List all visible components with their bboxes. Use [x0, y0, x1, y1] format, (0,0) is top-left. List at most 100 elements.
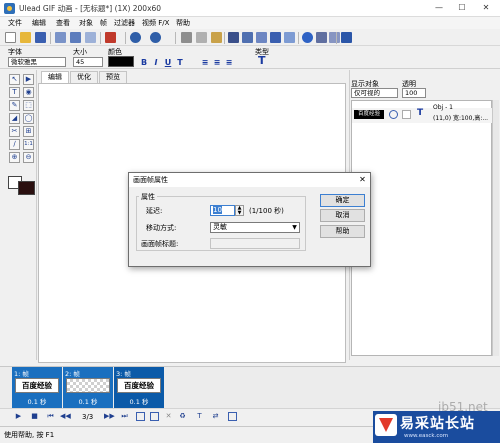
align-left-button[interactable]: ≡ — [200, 58, 210, 68]
previous-frame-icon[interactable]: ◀◀ — [60, 412, 71, 421]
merge-icon[interactable] — [284, 32, 295, 43]
italic-button[interactable]: I — [151, 58, 161, 68]
copy-icon[interactable] — [196, 32, 207, 43]
cancel-button[interactable]: 取消 — [320, 209, 365, 222]
foreground-color-swatch[interactable] — [18, 181, 35, 195]
paint-icon[interactable] — [105, 32, 116, 43]
duplicate-frame-icon[interactable] — [150, 412, 159, 421]
select-tool-icon[interactable]: ▶ — [23, 74, 34, 85]
undo-icon[interactable] — [130, 32, 141, 43]
add-video-icon[interactable] — [70, 32, 81, 43]
tab-edit[interactable]: 编辑 — [41, 71, 69, 83]
lasso-tool-icon[interactable]: ◯ — [23, 113, 34, 124]
preview-icon[interactable] — [329, 32, 340, 43]
frame-number: 1: 帧 — [14, 370, 29, 378]
grid-tool-icon[interactable]: ⊞ — [23, 126, 34, 137]
paste-icon[interactable] — [211, 32, 222, 43]
chevron-down-icon[interactable]: ▼ — [290, 223, 299, 232]
show-objects-value: 仅可视的 — [354, 89, 380, 97]
play-icon[interactable]: ▶ — [14, 412, 23, 421]
redo-icon[interactable] — [150, 32, 161, 43]
object-thumbnail: 百度经验 — [354, 110, 384, 119]
tab-optimize[interactable]: 优化 — [70, 71, 98, 83]
font-select[interactable]: 微软雅黑 — [8, 57, 66, 67]
next-frame-icon[interactable]: ▶▶ — [104, 412, 115, 421]
text-type-icon[interactable]: T — [258, 55, 269, 67]
delay-input[interactable]: 10 — [210, 205, 235, 216]
toolbar-separator — [224, 32, 225, 44]
menu-view[interactable]: 查看 — [56, 18, 70, 28]
text-banner-icon[interactable]: T — [195, 412, 204, 421]
text-tool-icon[interactable]: T — [9, 87, 20, 98]
tab-preview[interactable]: 预览 — [99, 71, 127, 83]
text-color-swatch[interactable] — [108, 56, 134, 67]
eyedropper-tool-icon[interactable]: ∕ — [9, 139, 20, 150]
frame-3[interactable]: 3: 帧 百度经验 0.1 秒 — [114, 367, 164, 408]
crop-icon[interactable] — [242, 32, 253, 43]
dialog-close-icon[interactable]: ✕ — [357, 174, 368, 185]
zoom-in-icon[interactable]: ⊕ — [9, 152, 20, 163]
resize-icon[interactable] — [256, 32, 267, 43]
reverse-frames-icon[interactable]: ⇄ — [211, 412, 220, 421]
add-frame-icon[interactable] — [85, 32, 96, 43]
show-objects-select[interactable]: 仅可视的 — [351, 88, 398, 98]
optimize-icon[interactable] — [316, 32, 327, 43]
frame-number: 2: 帧 — [65, 370, 80, 378]
delete-icon[interactable] — [270, 32, 281, 43]
align-center-button[interactable]: ≡ — [212, 58, 222, 68]
open-icon[interactable] — [20, 32, 31, 43]
move-method-select[interactable]: 灵敏 — [210, 222, 300, 233]
align-right-button[interactable]: ≡ — [224, 58, 234, 68]
zoom-out-icon[interactable]: ⊖ — [23, 152, 34, 163]
pointer-tool-icon[interactable]: ↖ — [9, 74, 20, 85]
menu-filter[interactable]: 过滤器 — [114, 18, 135, 28]
size-label: 大小 — [73, 48, 87, 56]
window-title: Ulead GIF 动画 - [无标题*] (1X) 200x60 — [19, 4, 162, 13]
add-frame-button-icon[interactable] — [136, 412, 145, 421]
marquee-tool-icon[interactable]: ⬚ — [23, 100, 34, 111]
frame-2[interactable]: 2: 帧 0.1 秒 — [63, 367, 113, 408]
menu-frame[interactable]: 帧 — [100, 18, 107, 28]
last-frame-icon[interactable]: ⏭ — [120, 412, 129, 421]
object-list-scrollbar[interactable] — [492, 100, 499, 356]
frame-title-input[interactable] — [210, 238, 300, 249]
bold-button[interactable]: B — [139, 58, 149, 68]
menu-help[interactable]: 帮助 — [176, 18, 190, 28]
strikeout-button[interactable]: T — [175, 58, 185, 68]
first-frame-icon[interactable]: ⏮ — [46, 412, 55, 421]
frame-properties-icon[interactable] — [228, 412, 237, 421]
menu-bar — [0, 17, 500, 29]
stop-icon[interactable]: ■ — [30, 412, 39, 421]
close-button[interactable]: ✕ — [475, 1, 497, 15]
help-pointer-icon[interactable] — [341, 32, 352, 43]
object-detail: (11,0) 宽:100,高:... — [433, 115, 489, 122]
cut-icon[interactable] — [181, 32, 192, 43]
menu-file[interactable]: 文件 — [8, 18, 22, 28]
lock-checkbox[interactable] — [402, 110, 411, 119]
minimize-button[interactable]: — — [428, 1, 450, 15]
web-icon[interactable] — [302, 32, 313, 43]
menu-video-fx[interactable]: 视频 F/X — [142, 18, 169, 28]
actual-size-icon[interactable]: 1:1 — [23, 139, 34, 150]
maximize-button[interactable]: ☐ — [451, 1, 473, 15]
add-image-icon[interactable] — [55, 32, 66, 43]
help-button[interactable]: 帮助 — [320, 225, 365, 238]
pen-tool-icon[interactable]: ✎ — [9, 100, 20, 111]
ellipse-tool-icon[interactable]: ◉ — [23, 87, 34, 98]
save-icon[interactable] — [35, 32, 46, 43]
new-icon[interactable] — [5, 32, 16, 43]
opacity-input[interactable]: 100 — [402, 88, 426, 98]
underline-button[interactable]: U — [163, 58, 173, 68]
ok-button[interactable]: 确定 — [320, 194, 365, 207]
fill-tool-icon[interactable]: ◢ — [9, 113, 20, 124]
frame-1[interactable]: 1: 帧 百度经验 0.1 秒 — [12, 367, 62, 408]
frame-props-icon[interactable] — [228, 32, 239, 43]
menu-edit[interactable]: 编辑 — [32, 18, 46, 28]
delay-spinner[interactable]: ▲ ▼ — [235, 205, 244, 216]
eye-icon[interactable] — [389, 110, 398, 119]
menu-object[interactable]: 对象 — [79, 18, 93, 28]
crop-tool-icon[interactable]: ✂ — [9, 126, 20, 137]
size-select[interactable]: 45 — [73, 57, 103, 67]
tween-icon[interactable]: ♻ — [178, 412, 187, 421]
delete-frame-icon[interactable]: ✕ — [164, 412, 173, 421]
